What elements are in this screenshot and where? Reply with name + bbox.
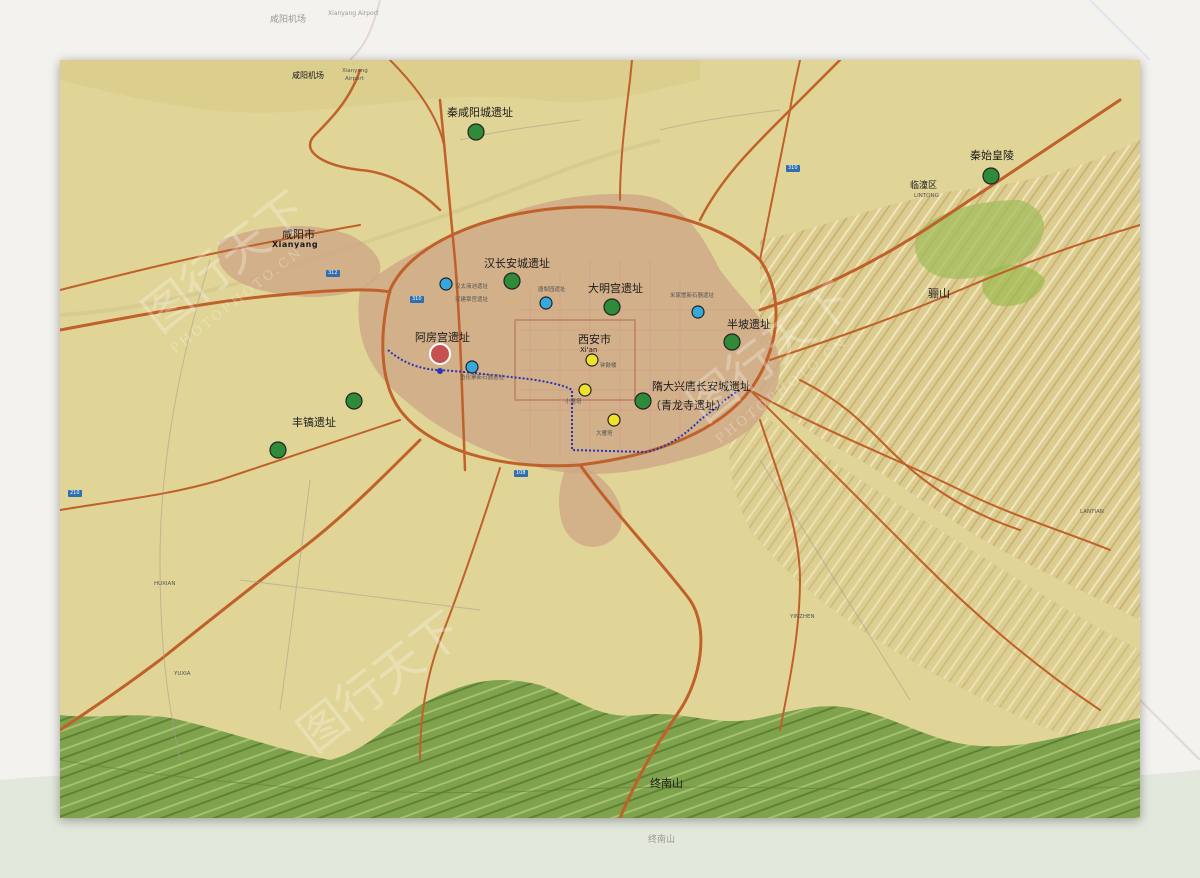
label-xian-en: Xi'an [580,346,598,354]
road-shield: 310 [410,296,424,303]
site-marker-green[interactable] [603,298,621,316]
label-xianyang-city: 咸阳市 [282,228,315,241]
label-zhongnan: 终南山 [650,777,683,790]
label-lintong-en: LINTONG [914,193,939,199]
label-airport-cn: 咸阳机场 [292,71,324,80]
label-daming-palace: 大明宫遗址 [588,282,643,295]
site-marker-yellow[interactable] [578,383,592,397]
label-han-changan: 汉长安城遗址 [484,257,550,270]
label-lishan: 骊山 [928,287,950,300]
bg-airport-label: 咸阳机场 [270,15,307,25]
road-shield: 210 [68,490,82,497]
site-marker-green[interactable] [345,392,363,410]
bg-airport-en-label: Xianyang Airport [328,10,379,17]
label-tang-xiaoyuan: 唐梨园遗址 [538,287,566,293]
bg-zhongnan-label: 终南山 [648,835,676,845]
site-marker-blue[interactable] [465,360,479,374]
label-weiyang-2: 汉建章宫遗址 [455,297,489,303]
label-sui-daxing: 隋大兴唐长安城遗址 [652,380,751,393]
label-lantian-en: LANTIAN [1080,509,1104,515]
label-small-goose: 小雁塔 [565,399,582,405]
label-epang-palace: 阿房宫遗址 [415,331,470,344]
label-fenghao: 丰镐遗址 [292,416,336,429]
label-qinglong-temple: （青龙寺遗址） [650,399,727,412]
road-shield: 312 [326,270,340,277]
label-yinzhen-en: YINZHEN [790,614,815,620]
map-frame[interactable]: 310 312 210 310 108 咸阳机场 Xianyang Airpor… [60,60,1140,818]
site-marker-blue[interactable] [439,277,453,291]
label-weiyang-1: 汉太液池遗址 [455,284,489,290]
site-marker-blue[interactable] [539,296,553,310]
label-yuxia-en: YUXIA [174,671,191,677]
site-marker-blue[interactable] [691,305,705,319]
route-node [437,368,443,374]
site-marker-green[interactable] [269,441,287,459]
label-huxian-en: HUXIAN [154,581,176,587]
label-xiyu-neolithic: 鱼化寨新石器遗址 [460,375,505,381]
label-qinshihuang: 秦始皇陵 [970,149,1014,162]
label-qin-xianyang: 秦咸阳城遗址 [447,106,513,119]
road-shield: 310 [786,165,800,172]
site-marker-green[interactable] [503,272,521,290]
label-bell-tower: 钟鼓楼 [600,363,617,369]
site-marker-yellow[interactable] [585,353,599,367]
label-big-goose: 大雁塔 [596,431,613,437]
label-xianyang-en: Xianyang [272,240,319,249]
label-airport-en-2: Airport [345,76,364,82]
site-marker-yellow[interactable] [607,413,621,427]
site-marker-green[interactable] [723,333,741,351]
site-marker-green[interactable] [982,167,1000,185]
site-marker-green[interactable] [634,392,652,410]
terrain-map [60,60,1140,818]
label-lintong: 临潼区 [910,181,938,191]
label-mijia-ya: 米家崖新石器遗址 [670,293,715,299]
road-shield: 108 [514,470,528,477]
site-marker-green[interactable] [467,123,485,141]
site-marker-red[interactable] [429,343,451,365]
label-airport-en-1: Xianyang [342,68,368,74]
label-xian-city: 西安市 [578,333,611,346]
label-banpo: 半坡遗址 [727,318,771,331]
